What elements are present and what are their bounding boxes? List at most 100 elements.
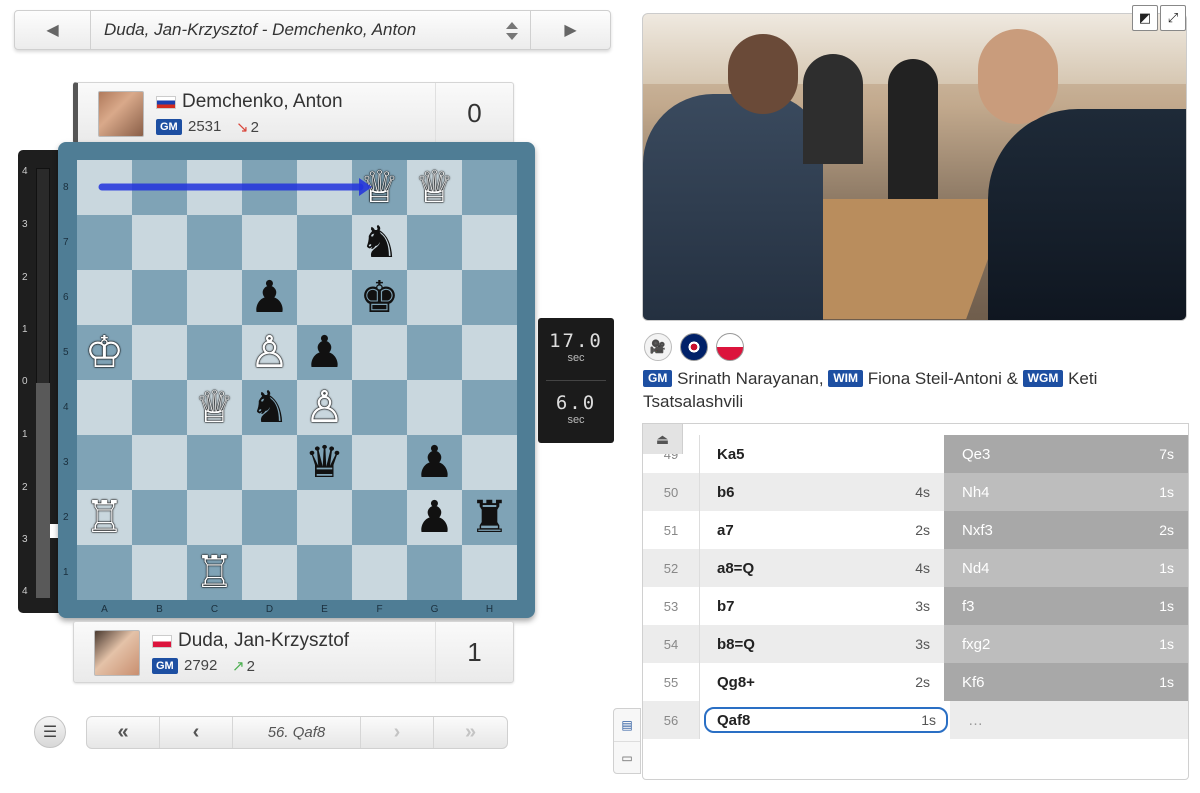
square-e4[interactable]: ♙ bbox=[297, 380, 352, 435]
square-h6[interactable] bbox=[462, 270, 517, 325]
black-move[interactable]: Nh4 1s bbox=[944, 473, 1188, 511]
square-a4[interactable] bbox=[77, 380, 132, 435]
scroll-up-button[interactable]: ⏏ bbox=[643, 424, 683, 454]
previous-move-button[interactable]: ‹ bbox=[160, 717, 233, 748]
white-move[interactable]: Ka5 bbox=[700, 435, 944, 473]
black-queen-icon[interactable]: ♛ bbox=[305, 440, 344, 485]
white-rook-icon[interactable]: ♖ bbox=[195, 550, 234, 595]
square-g5[interactable] bbox=[407, 325, 462, 380]
last-move-button[interactable]: » bbox=[434, 717, 507, 748]
square-f2[interactable] bbox=[352, 490, 407, 545]
square-g2[interactable]: ♟ bbox=[407, 490, 462, 545]
expand-video-button[interactable]: ⤢ bbox=[1160, 5, 1186, 31]
square-e8[interactable] bbox=[297, 160, 352, 215]
square-b1[interactable] bbox=[132, 545, 187, 600]
square-f4[interactable] bbox=[352, 380, 407, 435]
chess-board[interactable]: ♕ ♕ ♞ ♟ ♚ ♔ ♙ ♟ ♕ ♞ ♙ ♛ ♟ ♖ ♟ ♜ ♖ bbox=[77, 160, 517, 600]
square-c1[interactable]: ♖ bbox=[187, 545, 242, 600]
square-a7[interactable] bbox=[77, 215, 132, 270]
square-e3[interactable]: ♛ bbox=[297, 435, 352, 490]
square-a2[interactable]: ♖ bbox=[77, 490, 132, 545]
square-g6[interactable] bbox=[407, 270, 462, 325]
white-rook-icon[interactable]: ♖ bbox=[85, 495, 124, 540]
black-move[interactable]: Nd4 1s bbox=[944, 549, 1188, 587]
square-a8[interactable] bbox=[77, 160, 132, 215]
square-f8[interactable]: ♕ bbox=[352, 160, 407, 215]
square-b6[interactable] bbox=[132, 270, 187, 325]
square-h2[interactable]: ♜ bbox=[462, 490, 517, 545]
black-move[interactable]: fxg2 1s bbox=[944, 625, 1188, 663]
square-h4[interactable] bbox=[462, 380, 517, 435]
white-pawn-icon[interactable]: ♙ bbox=[305, 385, 344, 430]
square-c2[interactable] bbox=[187, 490, 242, 545]
menu-button[interactable]: ☰ bbox=[34, 716, 66, 748]
black-rook-icon[interactable]: ♜ bbox=[470, 495, 509, 540]
player-name[interactable]: Duda, Jan-Krzysztof bbox=[178, 630, 349, 652]
square-b4[interactable] bbox=[132, 380, 187, 435]
square-h7[interactable] bbox=[462, 215, 517, 270]
square-d7[interactable] bbox=[242, 215, 297, 270]
square-b8[interactable] bbox=[132, 160, 187, 215]
square-e7[interactable] bbox=[297, 215, 352, 270]
white-move[interactable]: a8=Q 4s bbox=[700, 549, 944, 587]
square-c7[interactable] bbox=[187, 215, 242, 270]
square-c4[interactable]: ♕ bbox=[187, 380, 242, 435]
square-d2[interactable] bbox=[242, 490, 297, 545]
square-d5[interactable]: ♙ bbox=[242, 325, 297, 380]
black-pawn-icon[interactable]: ♟ bbox=[305, 330, 344, 375]
game-select-dropdown[interactable]: Duda, Jan-Krzysztof - Demchenko, Anton bbox=[91, 11, 530, 49]
white-move[interactable]: b6 4s bbox=[700, 473, 944, 511]
square-a3[interactable] bbox=[77, 435, 132, 490]
square-e1[interactable] bbox=[297, 545, 352, 600]
square-f5[interactable] bbox=[352, 325, 407, 380]
picture-in-picture-button[interactable]: ◩ bbox=[1132, 5, 1158, 31]
live-video[interactable] bbox=[642, 13, 1187, 321]
move-list[interactable]: ⏏ 49 Ka5 Qe3 7s 50 b6 4s Nh4 1s 51 a7 2s Nxf3 2s 52 a8=… bbox=[642, 423, 1189, 780]
square-f7[interactable]: ♞ bbox=[352, 215, 407, 270]
black-move[interactable]: f3 1s bbox=[944, 587, 1188, 625]
square-e2[interactable] bbox=[297, 490, 352, 545]
square-g4[interactable] bbox=[407, 380, 462, 435]
notation-tab[interactable]: ▤ bbox=[614, 709, 640, 741]
black-move[interactable]: Nxf3 2s bbox=[944, 511, 1188, 549]
square-e6[interactable] bbox=[297, 270, 352, 325]
square-c6[interactable] bbox=[187, 270, 242, 325]
square-d1[interactable] bbox=[242, 545, 297, 600]
square-f1[interactable] bbox=[352, 545, 407, 600]
square-g8[interactable]: ♕ bbox=[407, 160, 462, 215]
black-move[interactable]: … bbox=[950, 701, 1188, 739]
square-b5[interactable] bbox=[132, 325, 187, 380]
square-b2[interactable] bbox=[132, 490, 187, 545]
square-c8[interactable] bbox=[187, 160, 242, 215]
square-b7[interactable] bbox=[132, 215, 187, 270]
white-queen-icon[interactable]: ♕ bbox=[360, 165, 399, 210]
player-name[interactable]: Demchenko, Anton bbox=[182, 91, 343, 113]
square-c3[interactable] bbox=[187, 435, 242, 490]
square-d6[interactable]: ♟ bbox=[242, 270, 297, 325]
square-h3[interactable] bbox=[462, 435, 517, 490]
black-knight-icon[interactable]: ♞ bbox=[250, 385, 289, 430]
square-g1[interactable] bbox=[407, 545, 462, 600]
black-move[interactable]: Kf6 1s bbox=[944, 663, 1188, 701]
white-queen-icon[interactable]: ♕ bbox=[415, 165, 454, 210]
pl-flag-icon[interactable] bbox=[716, 333, 744, 361]
square-e5[interactable]: ♟ bbox=[297, 325, 352, 380]
square-h8[interactable] bbox=[462, 160, 517, 215]
previous-game-button[interactable]: ◀ bbox=[15, 11, 91, 49]
chat-tab[interactable]: ▭ bbox=[614, 741, 640, 773]
white-queen-icon[interactable]: ♕ bbox=[195, 385, 234, 430]
black-pawn-icon[interactable]: ♟ bbox=[415, 440, 454, 485]
square-d4[interactable]: ♞ bbox=[242, 380, 297, 435]
square-d3[interactable] bbox=[242, 435, 297, 490]
square-g7[interactable] bbox=[407, 215, 462, 270]
camera-icon[interactable]: 🎥 bbox=[644, 333, 672, 361]
square-g3[interactable]: ♟ bbox=[407, 435, 462, 490]
square-f6[interactable]: ♚ bbox=[352, 270, 407, 325]
white-pawn-icon[interactable]: ♙ bbox=[250, 330, 289, 375]
next-game-button[interactable]: ▶ bbox=[530, 11, 610, 49]
square-c5[interactable] bbox=[187, 325, 242, 380]
square-d8[interactable] bbox=[242, 160, 297, 215]
black-pawn-icon[interactable]: ♟ bbox=[250, 275, 289, 320]
square-h1[interactable] bbox=[462, 545, 517, 600]
next-move-button[interactable]: › bbox=[361, 717, 434, 748]
